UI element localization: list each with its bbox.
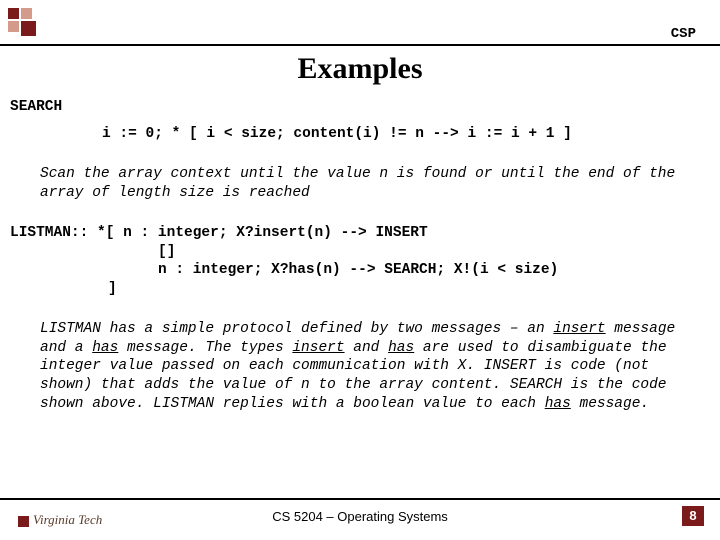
search-label: SEARCH [10, 98, 710, 117]
listman-line3: n : integer; X?has(n) --> SEARCH; X!(i <… [10, 261, 710, 280]
page-number: 8 [682, 506, 704, 526]
content-area: SEARCH i := 0; * [ i < size; content(i) … [10, 98, 710, 413]
divider-bottom [0, 498, 720, 500]
footer: Virginia Tech CS 5204 – Operating System… [0, 502, 720, 530]
divider-top [0, 44, 720, 46]
slide-title: Examples [0, 52, 720, 86]
search-description: Scan the array context until the value n… [10, 165, 710, 202]
listman-line2: [] [10, 243, 710, 262]
listman-description: LISTMAN has a simple protocol defined by… [10, 320, 710, 413]
listman-line1: LISTMAN:: *[ n : integer; X?insert(n) --… [10, 224, 710, 243]
search-code: i := 0; * [ i < size; content(i) != n --… [10, 125, 710, 144]
listman-line4: ] [10, 280, 710, 299]
header-label: CSP [671, 26, 696, 42]
footer-course: CS 5204 – Operating Systems [0, 509, 720, 524]
